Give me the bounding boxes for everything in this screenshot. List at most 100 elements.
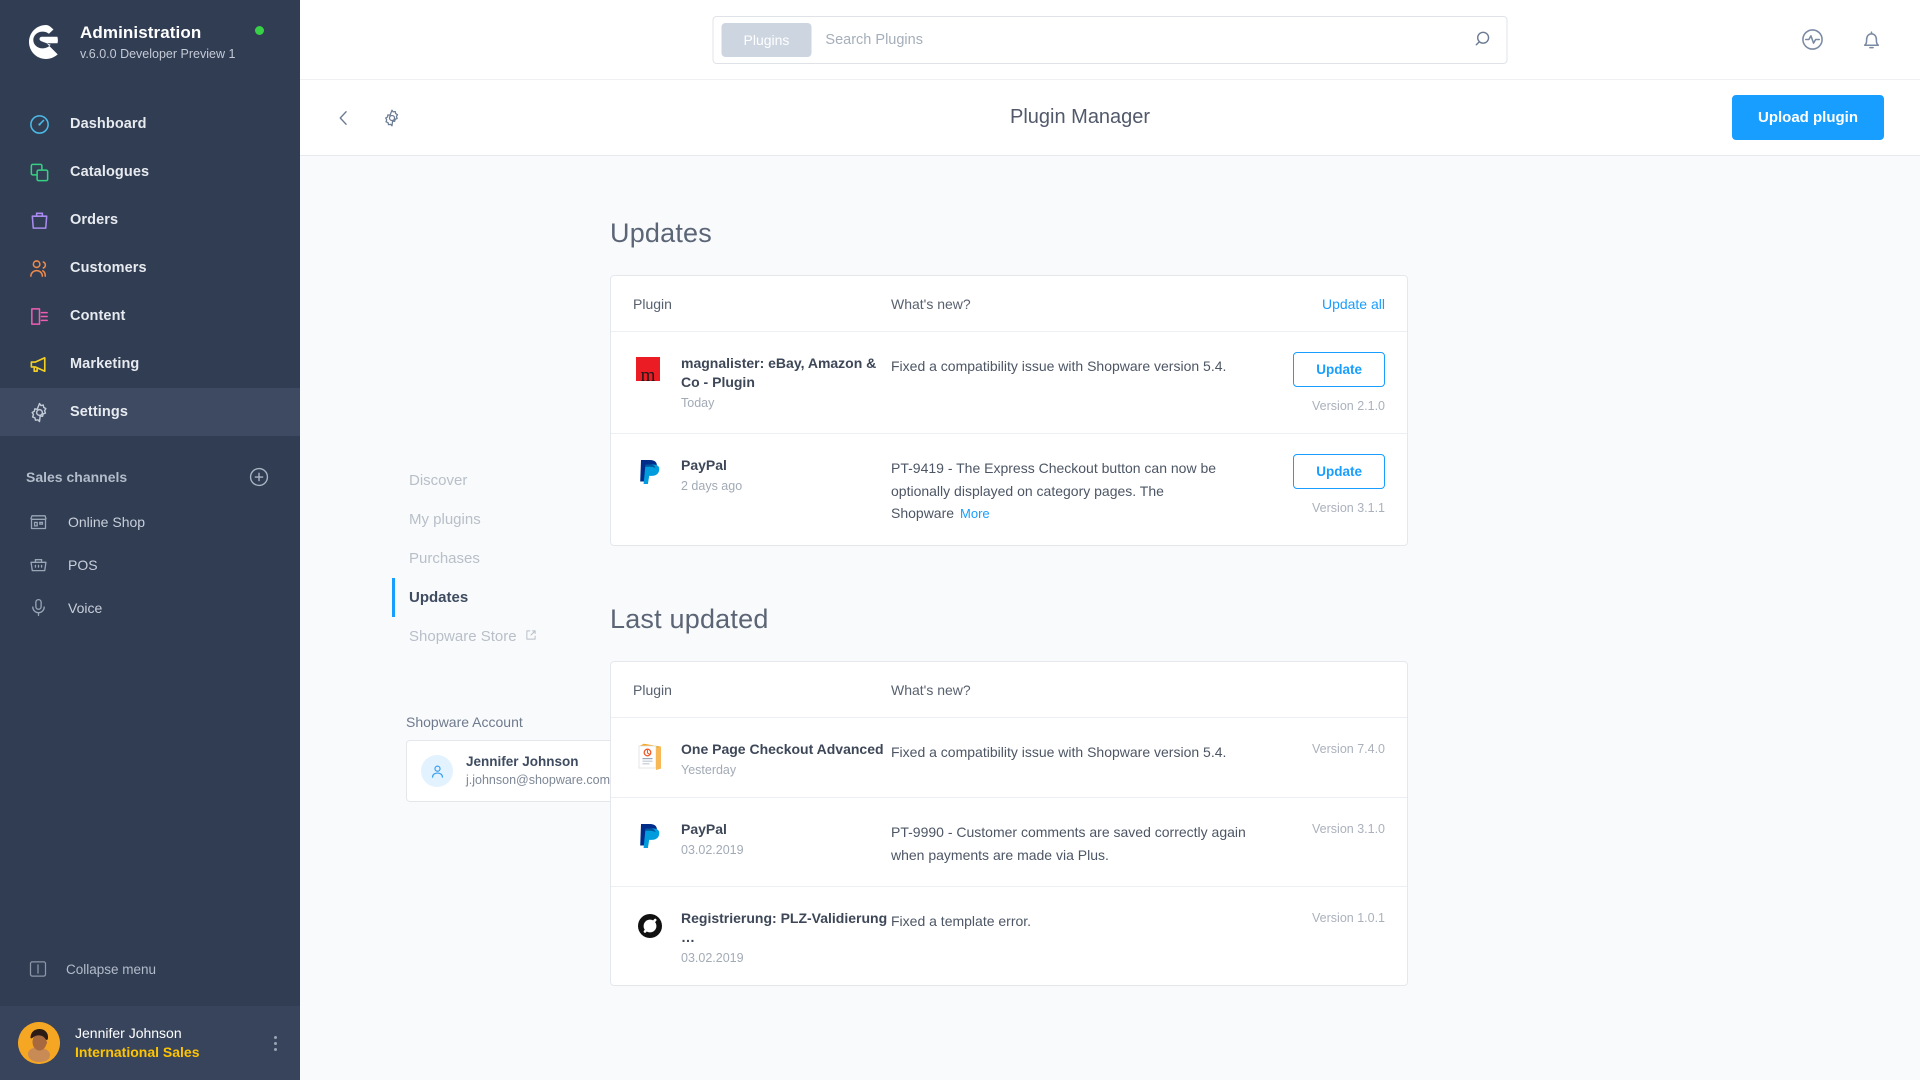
column-header-plugin: Plugin	[633, 681, 672, 698]
avatar	[18, 1022, 60, 1064]
add-sales-channel-icon[interactable]	[248, 466, 270, 488]
whats-new-cell: PT-9419 - The Express Checkout button ca…	[891, 454, 1267, 525]
table-row: PayPal 2 days ago PT-9419 - The Express …	[611, 434, 1407, 545]
update-button[interactable]: Update	[1293, 352, 1385, 387]
plugin-cell: Registrierung: PLZ-Validierung … 03.02.2…	[633, 907, 891, 965]
column-header-whats-new: What's new?	[891, 681, 971, 698]
collapse-menu-label: Collapse menu	[66, 961, 157, 977]
whats-new-cell: Fixed a compatibility issue with Shopwar…	[891, 352, 1267, 378]
sidebar-item-orders[interactable]: Orders	[0, 196, 300, 244]
sidebar-item-online-shop[interactable]: Online Shop	[0, 500, 300, 543]
plugin-cell: One Page Checkout Advanced Yesterday	[633, 738, 891, 777]
gear-icon	[26, 399, 52, 425]
account-avatar-icon	[421, 755, 453, 788]
plugin-date: 2 days ago	[681, 479, 743, 493]
table-row: Registrierung: PLZ-Validierung … 03.02.2…	[611, 887, 1407, 985]
sidebar-item-voice[interactable]: Voice	[0, 586, 300, 629]
more-link[interactable]: More	[960, 506, 990, 521]
last-updated-table: Plugin What's new? One Page Checkout Adv…	[610, 661, 1408, 987]
copy-icon	[26, 159, 52, 185]
column-header-whats-new: What's new?	[891, 295, 971, 312]
search-input[interactable]	[825, 31, 1469, 48]
plugin-version: Version 7.4.0	[1312, 742, 1385, 757]
subnav-label: Discover	[409, 472, 468, 489]
sidebar-item-marketing[interactable]: Marketing	[0, 340, 300, 388]
subnav-label: Updates	[409, 589, 469, 606]
sidebar-item-pos[interactable]: POS	[0, 543, 300, 586]
profile-menu-icon[interactable]	[266, 1035, 284, 1051]
plugin-version: Version 3.1.1	[1312, 501, 1385, 515]
onepagecheckout-logo-icon	[633, 740, 667, 774]
magnalister-logo-icon: m	[633, 354, 667, 388]
plugin-version: Version 1.0.1	[1312, 911, 1385, 926]
plugin-name: PayPal	[681, 457, 727, 473]
plugin-name: Registrierung: PLZ-Validierung …	[681, 910, 888, 946]
external-link-icon	[525, 628, 537, 645]
sidebar-item-settings[interactable]: Settings	[0, 388, 300, 436]
shopware-account-card[interactable]: Jennifer Johnson j.johnson@shopware.com	[406, 740, 644, 803]
shopware-account-label: Shopware Account	[406, 714, 523, 730]
page-title: Plugin Manager	[1010, 106, 1151, 128]
app-root: Administration v.6.0.0 Developer Preview…	[0, 0, 1920, 1080]
whats-new-text: Fixed a template error.	[891, 913, 1032, 930]
subnav-item-my-plugins[interactable]: My plugins	[392, 500, 610, 539]
sidebar: Administration v.6.0.0 Developer Preview…	[0, 0, 300, 1080]
sidebar-item-label: Customers	[70, 260, 147, 276]
sidebar-item-customers[interactable]: Customers	[0, 244, 300, 292]
table-header: Plugin What's new? Update all	[611, 276, 1407, 332]
table-row: m magnalister: eBay, Amazon & Co - Plugi…	[611, 332, 1407, 434]
search-scope-chip[interactable]: Plugins	[721, 22, 812, 57]
sidebar-item-content[interactable]: Content	[0, 292, 300, 340]
sidebar-item-label: Catalogues	[70, 164, 150, 180]
sidebar-item-label: Settings	[70, 404, 128, 420]
subnav-label: My plugins	[409, 511, 481, 528]
update-button[interactable]: Update	[1293, 454, 1385, 489]
megaphone-icon	[26, 351, 52, 377]
plugin-date: Today	[681, 396, 715, 410]
main-area: Plugins Search Plugins Plugin Manager Up…	[300, 0, 1920, 1080]
whats-new-cell: Fixed a compatibility issue with Shopwar…	[891, 738, 1267, 764]
column-header-plugin: Plugin	[633, 295, 672, 312]
channel-label: POS	[68, 556, 98, 573]
activity-icon[interactable]	[1800, 27, 1825, 52]
whats-new-text: Fixed a compatibility issue with Shopwar…	[891, 358, 1227, 374]
global-search-bar[interactable]: Plugins	[712, 15, 1508, 64]
plugin-date: 03.02.2019	[681, 951, 744, 966]
bell-icon[interactable]	[1859, 27, 1884, 52]
brand-header[interactable]: Administration v.6.0.0 Developer Preview…	[0, 0, 300, 84]
plugin-subnav: Discover My plugins Purchases Updates Sh…	[392, 461, 610, 656]
updates-title: Updates	[610, 218, 712, 248]
sidebar-item-catalogues[interactable]: Catalogues	[0, 148, 300, 196]
back-button[interactable]	[324, 102, 364, 134]
paypal-logo-icon	[633, 820, 667, 854]
whats-new-text: Fixed a compatibility issue with Shopwar…	[891, 744, 1227, 761]
page-header: Plugin Manager Upload plugin	[300, 80, 1920, 156]
subnav-item-shopware-store[interactable]: Shopware Store	[392, 617, 610, 656]
subnav-item-discover[interactable]: Discover	[392, 461, 610, 500]
update-all-link[interactable]: Update all	[1322, 296, 1385, 312]
account-email: j.johnson@shopware.com	[466, 773, 611, 788]
whats-new-cell: PT-9990 - Customer comments are saved co…	[891, 818, 1267, 866]
plugin-panels: Updates Plugin What's new? Update all m …	[610, 218, 1920, 1080]
sidebar-item-label: Marketing	[70, 356, 140, 372]
upload-plugin-button[interactable]: Upload plugin	[1732, 95, 1884, 140]
subnav-item-updates[interactable]: Updates	[392, 578, 610, 617]
plugin-sidebar: Discover My plugins Purchases Updates Sh…	[300, 218, 644, 1080]
user-profile[interactable]: Jennifer Johnson International Sales	[0, 1006, 300, 1080]
page-settings-gear-icon[interactable]	[374, 102, 410, 134]
table-header: Plugin What's new?	[611, 662, 1407, 719]
channel-label: Voice	[68, 599, 103, 616]
subnav-item-purchases[interactable]: Purchases	[392, 539, 610, 578]
collapse-menu-button[interactable]: Collapse menu	[0, 946, 300, 992]
content-area: Discover My plugins Purchases Updates Sh…	[300, 156, 1920, 1080]
updates-table: Plugin What's new? Update all m magnalis…	[610, 275, 1408, 547]
topbar: Plugins	[300, 0, 1920, 80]
subnav-label: Purchases	[409, 550, 480, 567]
sidebar-item-label: Content	[70, 308, 126, 324]
blocked-logo-icon	[633, 909, 667, 943]
content-icon	[26, 303, 52, 329]
sidebar-item-dashboard[interactable]: Dashboard	[0, 100, 300, 148]
search-icon[interactable]	[1469, 29, 1499, 50]
table-row: PayPal 03.02.2019 PT-9990 - Customer com…	[611, 798, 1407, 888]
